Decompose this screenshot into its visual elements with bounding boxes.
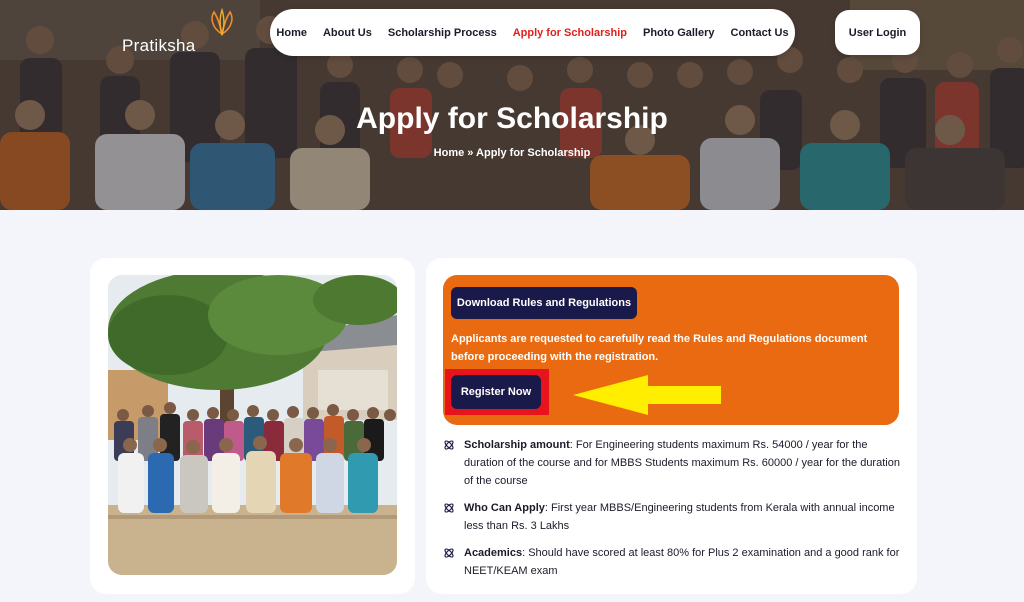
breadcrumb: Home » Apply for Scholarship (433, 147, 591, 159)
apply-panel: Download Rules and Regulations Applicant… (443, 275, 899, 425)
group-photo (108, 275, 397, 575)
lotus-logo-icon (211, 8, 233, 36)
download-rules-button[interactable]: Download Rules and Regulations (451, 287, 637, 319)
list-item: Scholarship amount: For Engineering stud… (443, 436, 903, 490)
group-photo-image (108, 275, 397, 575)
main-nav: Home About Us Scholarship Process Apply … (270, 9, 795, 56)
atom-bullet-icon (444, 503, 454, 513)
list-item: Who Can Apply: First year MBBS/Engineeri… (443, 499, 903, 535)
register-now-button[interactable]: Register Now (451, 375, 541, 409)
nav-scholarship-process[interactable]: Scholarship Process (388, 27, 497, 39)
brand-name: Pratiksha (122, 36, 196, 55)
detail-heading: Who Can Apply (464, 502, 545, 514)
apply-note: Applicants are requested to carefully re… (451, 333, 868, 363)
nav-about-us[interactable]: About Us (323, 27, 372, 39)
detail-heading: Scholarship amount (464, 439, 570, 451)
detail-heading: Academics (464, 547, 523, 559)
scholarship-details-list: Scholarship amount: For Engineering stud… (443, 436, 903, 589)
atom-bullet-icon (444, 440, 454, 450)
photo-card (90, 258, 415, 594)
list-item: Academics: Should have scored at least 8… (443, 544, 903, 580)
user-login-button[interactable]: User Login (835, 10, 920, 55)
detail-text: : Should have scored at least 80% for Pl… (464, 547, 900, 577)
brand-logo[interactable]: Pratiksha (122, 8, 242, 58)
pointer-arrow-icon (573, 375, 721, 415)
page-title: Apply for Scholarship (356, 102, 668, 135)
nav-contact-us[interactable]: Contact Us (731, 27, 789, 39)
nav-photo-gallery[interactable]: Photo Gallery (643, 27, 715, 39)
nav-apply-for-scholarship[interactable]: Apply for Scholarship (513, 27, 627, 39)
atom-bullet-icon (444, 548, 454, 558)
apply-card: Download Rules and Regulations Applicant… (426, 258, 917, 594)
nav-home[interactable]: Home (276, 27, 307, 39)
